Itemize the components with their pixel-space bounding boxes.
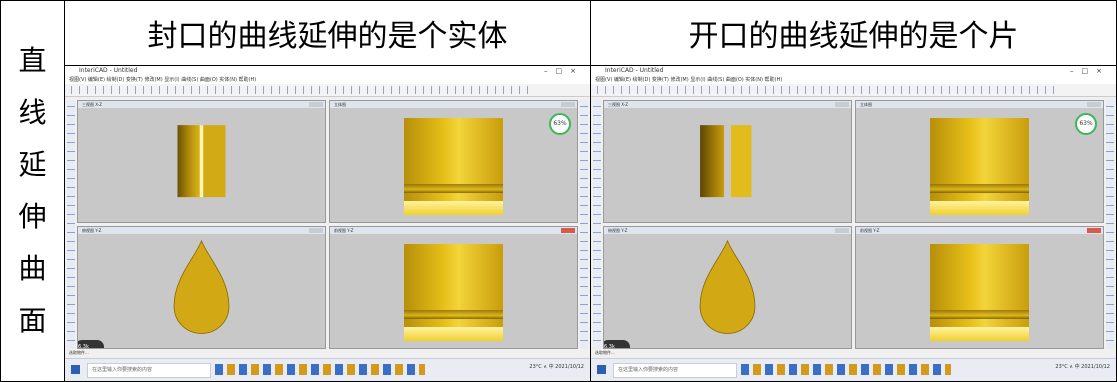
viewport-grid: 三视图 X-Z 立体图 63% 俯视图 Y-Z 6.3k 前视图 Y-Z (77, 100, 578, 349)
viewport-title: 三视图 X-Z (78, 101, 325, 108)
system-tray[interactable]: 23°C ∧ 中 2021/10/12 (1055, 363, 1110, 370)
viewport-title: 俯视图 Y-Z (78, 227, 325, 234)
extrusion-render (404, 243, 503, 341)
extrusion-render (930, 243, 1029, 341)
start-icon[interactable] (71, 365, 80, 374)
toolbar-icons[interactable] (597, 86, 1056, 94)
row-header-char: 曲 (18, 252, 47, 285)
teardrop-profile (699, 239, 756, 334)
taskbar-app-icons[interactable] (215, 364, 425, 375)
speed-indicator: 6.3k (604, 340, 630, 348)
comparison-table: 直 线 延 伸 曲 面 封口的曲线延伸的是个实体 开口的曲线延伸的是个片 Int… (0, 0, 1117, 382)
viewport-top-right[interactable]: 立体图 63% (329, 100, 578, 223)
toolbar-icons[interactable] (71, 86, 530, 94)
menu-bar[interactable]: 视图(V) 编辑(E) 绘制(D) 变换(T) 修改(M) 显示(I) 曲线(S… (65, 76, 590, 84)
left-tool-palette[interactable] (593, 100, 601, 359)
progress-badge: 63% (1075, 113, 1097, 135)
speed-indicator: 6.3k (78, 340, 104, 348)
taskbar: 在这里输入你要搜索的内容 23°C ∧ 中 2021/10/12 (65, 358, 590, 381)
viewport-title: 立体图 (330, 101, 577, 108)
cad-window: InteriCAD - Untitled –□× 视图(V) 编辑(E) 绘制(… (591, 66, 1116, 381)
status-bar: 选取物件... (591, 349, 1116, 357)
system-tray[interactable]: 23°C ∧ 中 2021/10/12 (529, 363, 584, 370)
right-tool-palette[interactable] (1106, 100, 1114, 359)
menu-bar[interactable]: 视图(V) 编辑(E) 绘制(D) 变换(T) 修改(M) 显示(I) 曲线(S… (591, 76, 1116, 84)
screenshot-open: InteriCAD - Untitled –□× 视图(V) 编辑(E) 绘制(… (590, 65, 1117, 382)
toolbar[interactable] (65, 84, 590, 97)
open-extrusion-side-view (700, 125, 752, 198)
taskbar-search[interactable]: 在这里输入你要搜索的内容 (613, 363, 737, 378)
viewport-top-left[interactable]: 三视图 X-Z (77, 100, 326, 223)
window-controls[interactable]: –□× (1070, 66, 1110, 76)
toolbar[interactable] (591, 84, 1116, 97)
viewport-title: 三视图 X-Z (604, 101, 851, 108)
viewport-title: 前视图 Y-Z (856, 227, 1103, 234)
viewport-grid: 三视图 X-Z 立体图 63% 俯视图 Y-Z 6.3k 前视图 Y-Z (603, 100, 1104, 349)
progress-badge: 63% (549, 113, 571, 135)
taskbar-app-icons[interactable] (741, 364, 951, 375)
viewport-title: 前视图 Y-Z (330, 227, 577, 234)
extrusion-render (404, 117, 503, 215)
cad-window: InteriCAD - Untitled –□× 视图(V) 编辑(E) 绘制(… (65, 66, 590, 381)
viewport-top-right[interactable]: 立体图 63% (855, 100, 1104, 223)
row-header: 直 线 延 伸 曲 面 (0, 0, 65, 382)
viewport-bottom-right[interactable]: 前视图 Y-Z (855, 226, 1104, 349)
row-header-char: 伸 (18, 200, 47, 233)
viewport-title: 立体图 (856, 101, 1103, 108)
start-icon[interactable] (597, 365, 606, 374)
closed-extrusion-side-view (177, 125, 226, 198)
window-title: InteriCAD - Untitled (605, 67, 664, 74)
viewport-bottom-left[interactable]: 俯视图 Y-Z 6.3k (77, 226, 326, 349)
status-bar: 选取物件... (65, 349, 590, 357)
window-controls[interactable]: –□× (544, 66, 584, 76)
left-tool-palette[interactable] (67, 100, 75, 359)
window-titlebar: InteriCAD - Untitled –□× (65, 66, 590, 76)
row-header-char: 直 (18, 44, 47, 77)
row-header-char: 延 (18, 148, 47, 181)
viewport-bottom-right[interactable]: 前视图 Y-Z (329, 226, 578, 349)
viewport-title: 俯视图 Y-Z (604, 227, 851, 234)
extrusion-render (930, 117, 1029, 215)
col1-header: 封口的曲线延伸的是个实体 (64, 0, 591, 66)
viewport-top-left[interactable]: 三视图 X-Z (603, 100, 852, 223)
viewport-bottom-left[interactable]: 俯视图 Y-Z 6.3k (603, 226, 852, 349)
teardrop-profile (173, 239, 230, 334)
right-tool-palette[interactable] (580, 100, 588, 359)
row-header-char: 面 (18, 304, 47, 337)
window-title: InteriCAD - Untitled (79, 67, 138, 74)
screenshot-closed: InteriCAD - Untitled –□× 视图(V) 编辑(E) 绘制(… (64, 65, 591, 382)
taskbar-search[interactable]: 在这里输入你要搜索的内容 (87, 363, 211, 378)
col2-header: 开口的曲线延伸的是个片 (590, 0, 1117, 66)
taskbar: 在这里输入你要搜索的内容 23°C ∧ 中 2021/10/12 (591, 358, 1116, 381)
window-titlebar: InteriCAD - Untitled –□× (591, 66, 1116, 76)
row-header-char: 线 (18, 96, 47, 129)
